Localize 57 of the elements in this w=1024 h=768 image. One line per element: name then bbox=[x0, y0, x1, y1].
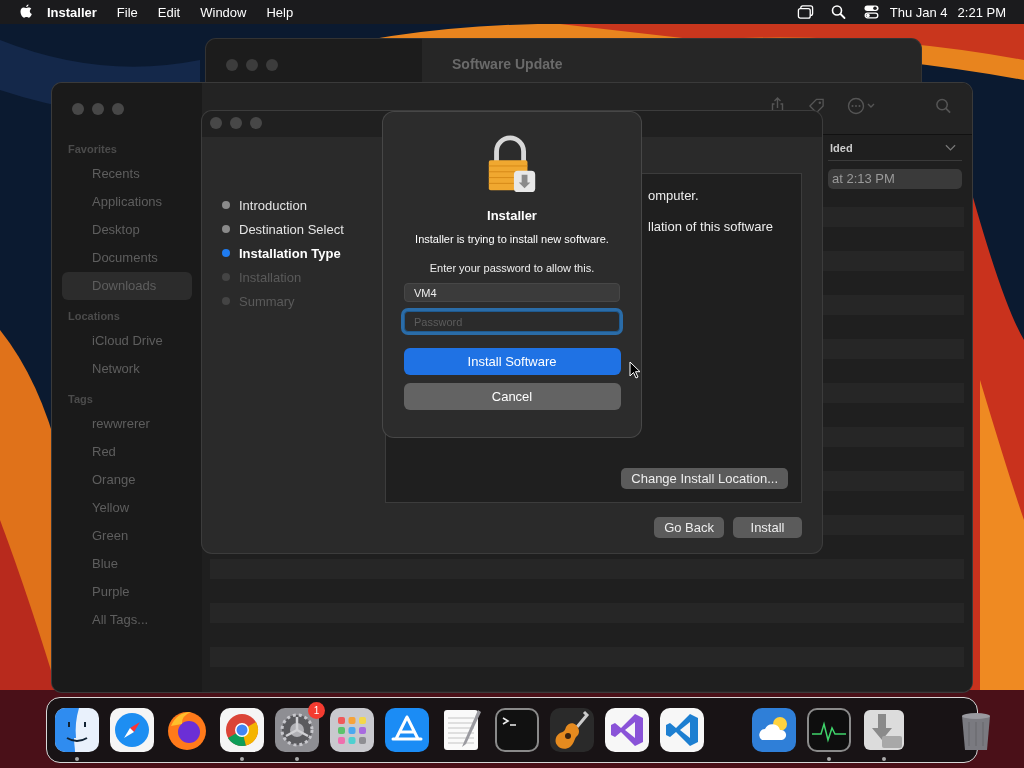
nav-button[interactable]: Go Back bbox=[654, 517, 724, 538]
sidebar-item[interactable]: Blue bbox=[62, 550, 192, 578]
app-grid-icon[interactable] bbox=[330, 708, 374, 752]
body-text: llation of this software bbox=[648, 219, 774, 234]
sidebar-item[interactable]: Yellow bbox=[62, 494, 192, 522]
sidebar-item[interactable]: Desktop bbox=[62, 216, 192, 244]
sidebar-item[interactable]: Network bbox=[62, 355, 192, 383]
menu-item[interactable]: Edit bbox=[157, 4, 181, 20]
username-field[interactable]: VM4 bbox=[404, 283, 620, 302]
download-box-icon[interactable] bbox=[862, 708, 906, 752]
cancel-button[interactable]: Cancel bbox=[403, 383, 621, 410]
sidebar-item[interactable]: Recents bbox=[62, 160, 192, 188]
sidebar-item[interactable]: Documents bbox=[62, 244, 192, 272]
chevron-icon bbox=[945, 143, 956, 152]
search-icon[interactable] bbox=[829, 4, 847, 20]
install-button[interactable]: Install Software bbox=[403, 348, 621, 375]
menu-item[interactable]: Window bbox=[200, 4, 247, 20]
cloud-sun-icon[interactable] bbox=[752, 708, 796, 752]
sidebar-item[interactable]: Red bbox=[62, 438, 192, 466]
compass-icon[interactable] bbox=[110, 708, 154, 752]
notification-badge: 1 bbox=[308, 702, 325, 719]
dialog-title: Installer bbox=[487, 208, 537, 223]
apple-logo-icon[interactable] bbox=[19, 4, 33, 20]
column-header[interactable]: lded bbox=[828, 135, 962, 161]
guitar-icon[interactable] bbox=[550, 708, 594, 752]
dialog-message: Installer is trying to install new software. bbox=[415, 233, 609, 245]
mouse-pointer-icon bbox=[629, 361, 641, 379]
step-label: Introduction bbox=[239, 197, 307, 213]
file-row[interactable]: at 2:13 PM bbox=[828, 169, 962, 189]
smiling-face-icon[interactable] bbox=[55, 708, 99, 752]
sidebar-item[interactable]: Purple bbox=[62, 578, 192, 606]
nav-button[interactable]: Install bbox=[733, 517, 802, 538]
sidebar-item[interactable]: rewwrerer bbox=[62, 410, 192, 438]
window-stack-icon[interactable] bbox=[796, 4, 814, 20]
change-location-button[interactable]: Change Install Location... bbox=[621, 468, 788, 489]
menu-bar-date[interactable]: Thu Jan 4 bbox=[889, 4, 948, 20]
step-label: Destination Select bbox=[239, 221, 344, 237]
step-label: Installation Type bbox=[239, 245, 341, 261]
dialog-prompt: Enter your password to allow this. bbox=[429, 262, 595, 274]
sidebar-item[interactable]: iCloud Drive bbox=[62, 327, 192, 355]
body-text: omputer. bbox=[648, 188, 700, 203]
sidebar-item[interactable]: All Tags... bbox=[62, 606, 192, 634]
sidebar-item[interactable]: Orange bbox=[62, 466, 192, 494]
ribbon-icon[interactable] bbox=[605, 708, 649, 752]
app-menu[interactable]: Installer bbox=[47, 4, 97, 20]
pulse-monitor-icon[interactable] bbox=[807, 708, 851, 752]
menu-item[interactable]: Help bbox=[266, 4, 294, 20]
toggle-switches-icon[interactable] bbox=[862, 4, 880, 20]
sidebar-item[interactable]: Green bbox=[62, 522, 192, 550]
menu-item[interactable]: File bbox=[116, 4, 138, 20]
column-title: lded bbox=[830, 141, 853, 154]
sidebar-item[interactable]: Applications bbox=[62, 188, 192, 216]
menu-bar-time[interactable]: 2:21 PM bbox=[957, 4, 1006, 20]
terminal-icon[interactable] bbox=[495, 708, 539, 752]
gear-icon[interactable] bbox=[275, 708, 319, 752]
window-title: Software Update bbox=[451, 55, 563, 74]
ribbon-icon[interactable] bbox=[660, 708, 704, 752]
